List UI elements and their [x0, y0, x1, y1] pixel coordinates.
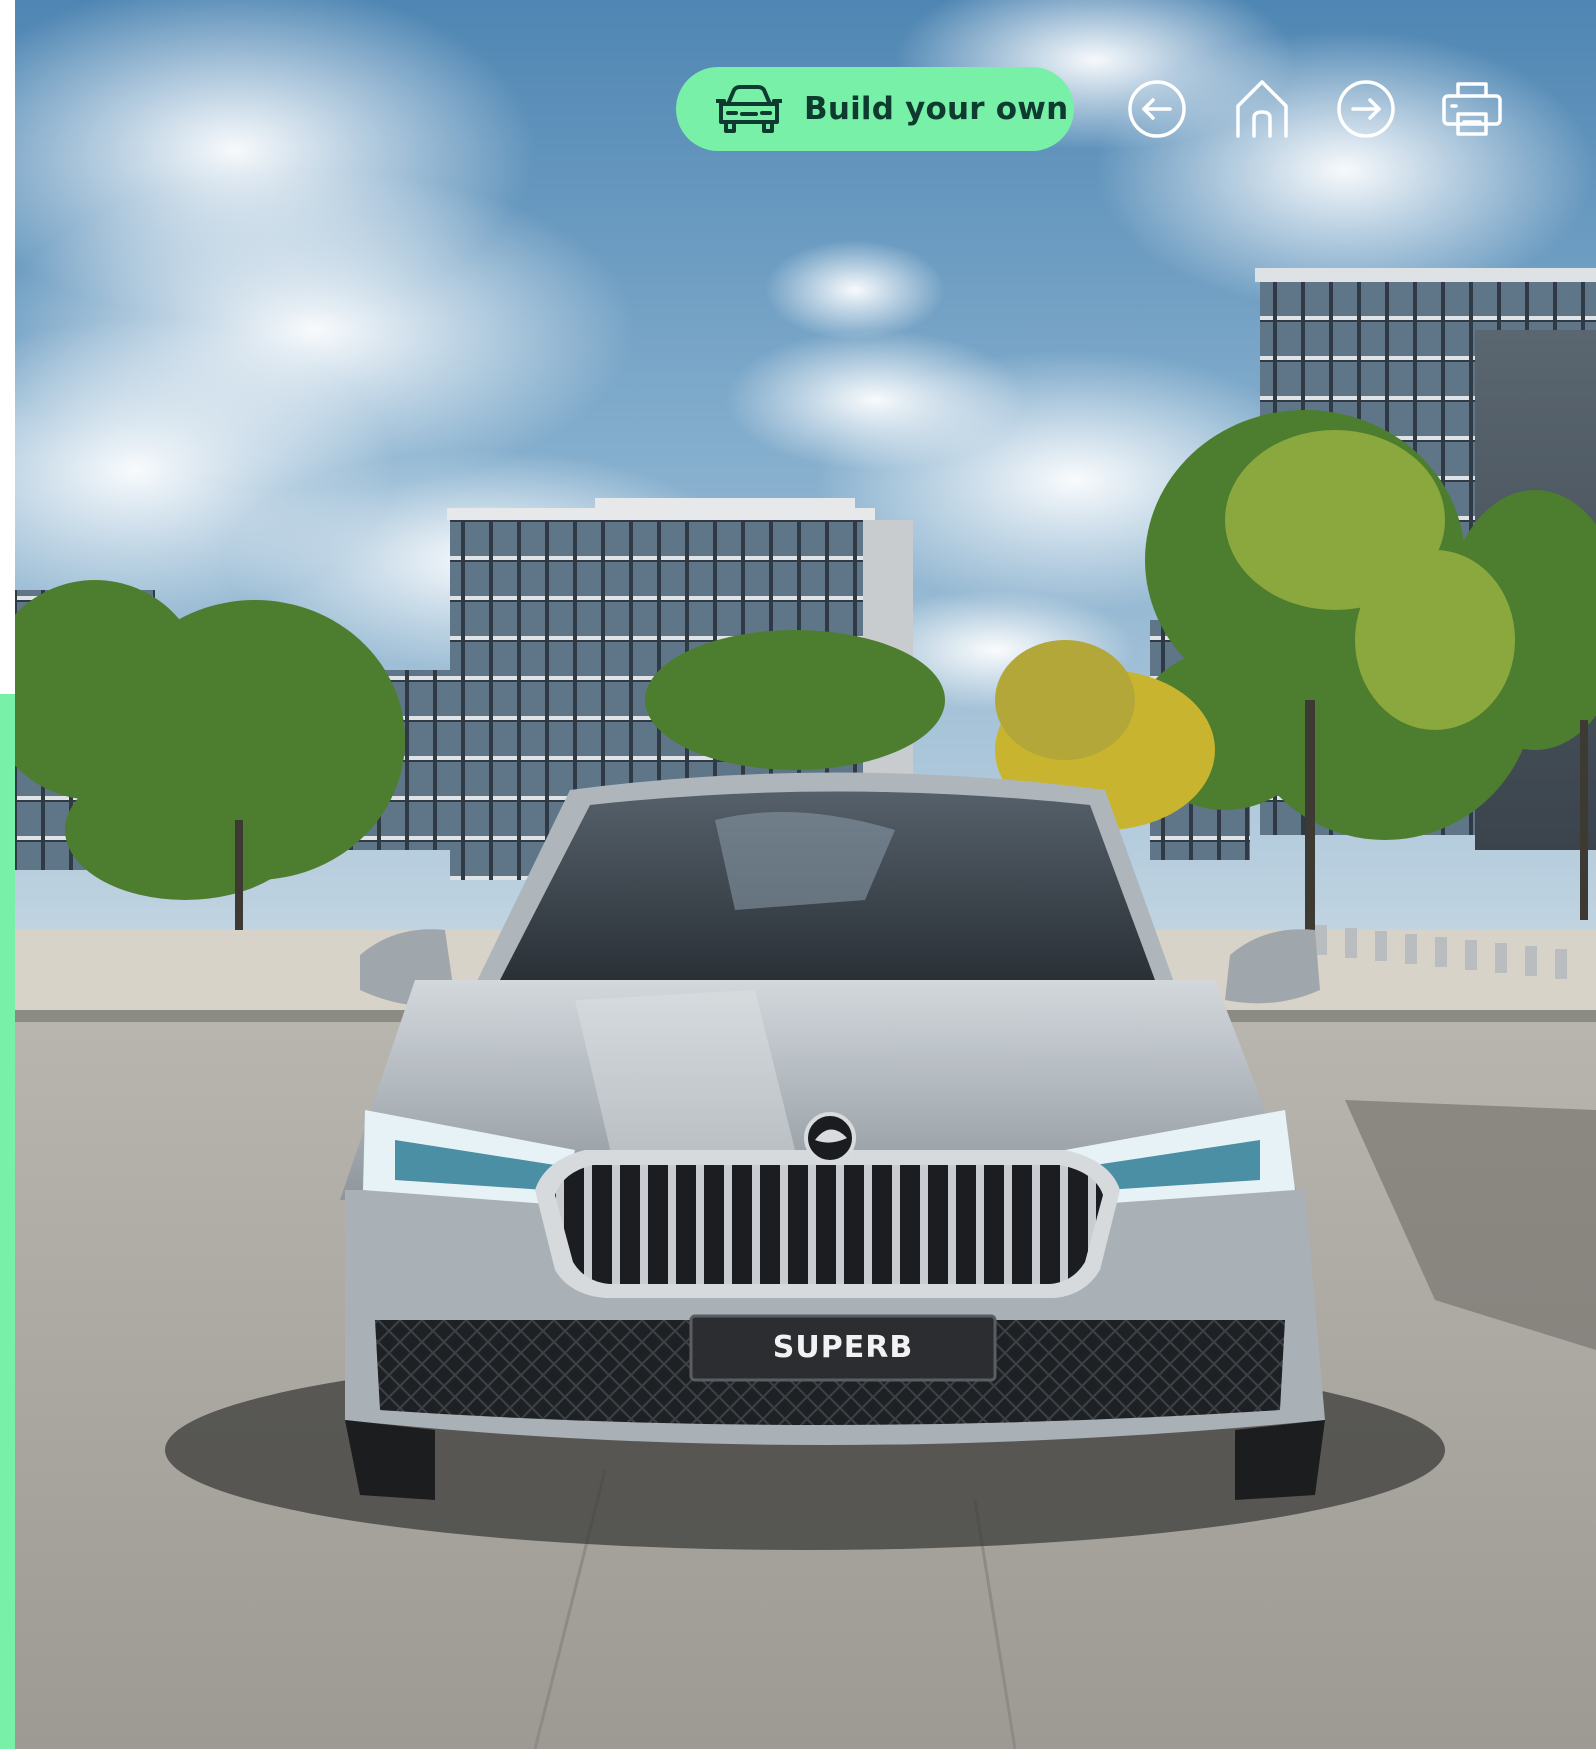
- arrow-right-icon[interactable]: [1333, 76, 1399, 142]
- top-toolbar: Build your own: [0, 0, 1596, 220]
- build-your-own-button[interactable]: Build your own: [676, 67, 1074, 151]
- printer-icon[interactable]: [1439, 76, 1505, 142]
- brand-logo-icon: [805, 1114, 855, 1164]
- home-icon[interactable]: [1229, 76, 1295, 142]
- arrow-left-icon[interactable]: [1124, 76, 1190, 142]
- build-your-own-label: Build your own: [804, 91, 1069, 127]
- license-plate-text: SUPERB: [772, 1330, 914, 1365]
- car-front-icon: [715, 84, 783, 134]
- hero-photo: SUPERB: [15, 0, 1596, 1749]
- brochure-page: SUPERB Build your own: [0, 0, 1596, 1749]
- accent-stripe: [0, 694, 15, 1749]
